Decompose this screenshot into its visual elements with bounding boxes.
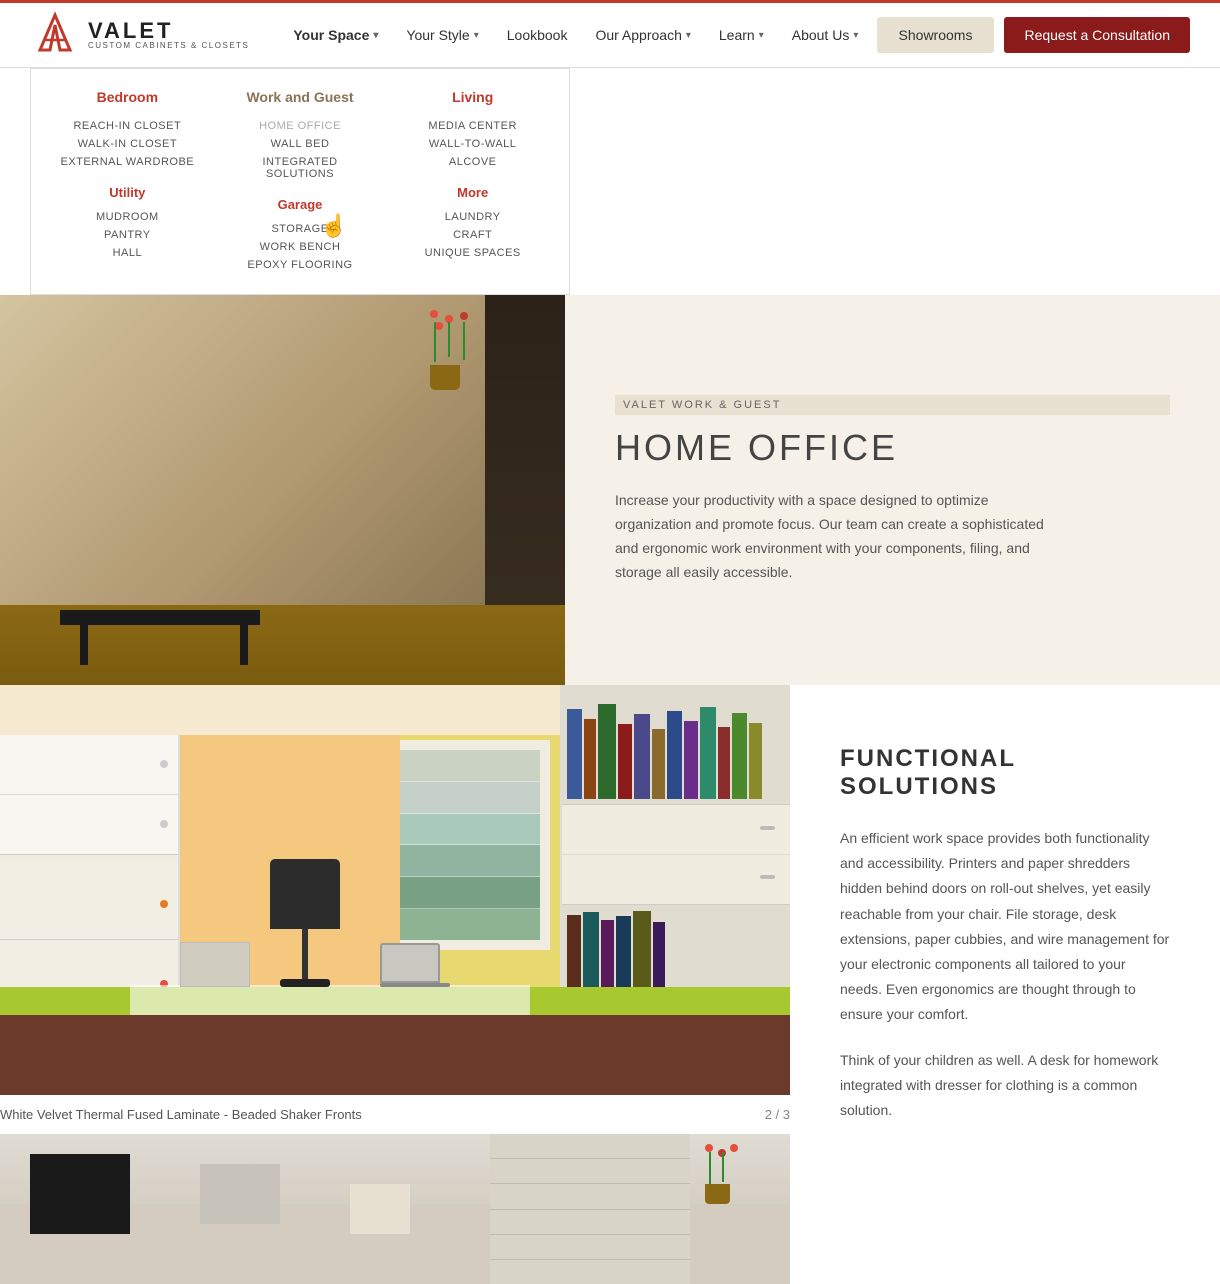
dropdown-item-storage[interactable]: STORAGE: [229, 220, 372, 238]
dropdown-wrapper: Bedroom REACH-IN CLOSET WALK-IN CLOSET E…: [0, 68, 1220, 295]
office-image: [0, 685, 790, 1095]
chevron-down-icon: ▾: [474, 30, 479, 41]
dropdown-header-garage: Garage: [229, 197, 372, 212]
chevron-down-icon: ▾: [686, 30, 691, 41]
dropdown-col-living: Living MEDIA CENTER WALL-TO-WALL ALCOVE …: [386, 89, 559, 274]
header: VALET CUSTOM CABINETS & CLOSETS Your Spa…: [0, 3, 1220, 68]
nav-our-approach[interactable]: Our Approach ▾: [581, 3, 704, 68]
chevron-down-icon: ▾: [759, 30, 764, 41]
logo-icon: [30, 10, 80, 60]
chevron-down-icon: ▾: [373, 30, 378, 41]
dropdown-item-reach-in-closet[interactable]: REACH-IN CLOSET: [56, 117, 199, 135]
section-paragraph1: An efficient work space provides both fu…: [840, 826, 1170, 1028]
main-nav: Your Space ▾ Your Style ▾ Lookbook Our A…: [279, 3, 876, 68]
showrooms-button[interactable]: Showrooms: [877, 17, 995, 53]
flower-decoration: [420, 310, 480, 390]
nav-learn[interactable]: Learn ▾: [705, 3, 778, 68]
dropdown-item-craft[interactable]: CRAFT: [401, 226, 544, 244]
dropdown-col-work-guest: Work and Guest HOME OFFICE WALL BED INTE…: [214, 89, 387, 274]
dropdown-item-pantry[interactable]: PANTRY: [56, 226, 199, 244]
nav-about-us[interactable]: About Us ▾: [778, 3, 873, 68]
hero-title: HOME OFFICE: [615, 427, 1170, 469]
dropdown-item-home-office[interactable]: HOME OFFICE: [229, 117, 372, 135]
dropdown-item-laundry[interactable]: LAUNDRY: [401, 208, 544, 226]
dropdown-item-mudroom[interactable]: MUDROOM: [56, 208, 199, 226]
hero-text: VALET WORK & GUEST HOME OFFICE Increase …: [565, 295, 1220, 685]
dropdown-menu: Bedroom REACH-IN CLOSET WALK-IN CLOSET E…: [30, 68, 570, 295]
second-image-peek: [0, 1134, 790, 1284]
hero-section: VALET WORK & GUEST HOME OFFICE Increase …: [0, 295, 1220, 685]
image-caption: White Velvet Thermal Fused Laminate - Be…: [0, 1095, 790, 1134]
dropdown-item-hall[interactable]: HALL: [56, 244, 199, 262]
image-counter: 2 / 3: [765, 1107, 790, 1122]
dropdown-item-wall-bed[interactable]: WALL BED: [229, 135, 372, 153]
logo-tagline: CUSTOM CABINETS & CLOSETS: [88, 42, 249, 50]
dropdown-header-bedroom: Bedroom: [56, 89, 199, 105]
caption-text: White Velvet Thermal Fused Laminate - Be…: [0, 1107, 362, 1122]
nav-lookbook[interactable]: Lookbook: [493, 3, 582, 68]
dropdown-header-work-guest: Work and Guest: [229, 89, 372, 105]
content-image-area: White Velvet Thermal Fused Laminate - Be…: [0, 685, 790, 1284]
dropdown-item-epoxy-flooring[interactable]: EPOXY FLOORING: [229, 256, 372, 274]
dropdown-item-wall-to-wall[interactable]: WALL-TO-WALL: [401, 135, 544, 153]
logo-text: VALET CUSTOM CABINETS & CLOSETS: [88, 20, 249, 50]
logo-name: VALET: [88, 20, 249, 42]
section-paragraph2: Think of your children as well. A desk f…: [840, 1048, 1170, 1124]
content-text: FUNCTIONAL SOLUTIONS An efficient work s…: [790, 685, 1220, 1284]
section-title: FUNCTIONAL SOLUTIONS: [840, 745, 1170, 801]
hero-image: [0, 295, 565, 685]
content-section: White Velvet Thermal Fused Laminate - Be…: [0, 685, 1220, 1284]
nav-your-space[interactable]: Your Space ▾: [279, 3, 392, 68]
nav-buttons: Showrooms Request a Consultation: [877, 17, 1190, 53]
consultation-button[interactable]: Request a Consultation: [1004, 17, 1190, 53]
dropdown-item-external-wardrobe[interactable]: EXTERNAL WARDROBE: [56, 153, 199, 171]
dropdown-header-more: More: [401, 185, 544, 200]
dropdown-item-media-center[interactable]: MEDIA CENTER: [401, 117, 544, 135]
hero-label: VALET WORK & GUEST: [615, 395, 1170, 415]
dropdown-col-bedroom: Bedroom REACH-IN CLOSET WALK-IN CLOSET E…: [41, 89, 214, 274]
dropdown-header-utility: Utility: [56, 185, 199, 200]
logo[interactable]: VALET CUSTOM CABINETS & CLOSETS: [30, 10, 249, 60]
dropdown-item-alcove[interactable]: ALCOVE: [401, 153, 544, 171]
dropdown-item-work-bench[interactable]: WORK BENCH: [229, 238, 372, 256]
dropdown-header-living: Living: [401, 89, 544, 105]
dropdown-item-walk-in-closet[interactable]: WALK-IN CLOSET: [56, 135, 199, 153]
chevron-down-icon: ▾: [853, 30, 858, 41]
nav-your-style[interactable]: Your Style ▾: [392, 3, 492, 68]
dropdown-item-integrated-solutions[interactable]: INTEGRATED SOLUTIONS: [229, 153, 372, 183]
hero-description: Increase your productivity with a space …: [615, 489, 1045, 584]
dropdown-item-unique-spaces[interactable]: UNIQUE SPACES: [401, 244, 544, 262]
